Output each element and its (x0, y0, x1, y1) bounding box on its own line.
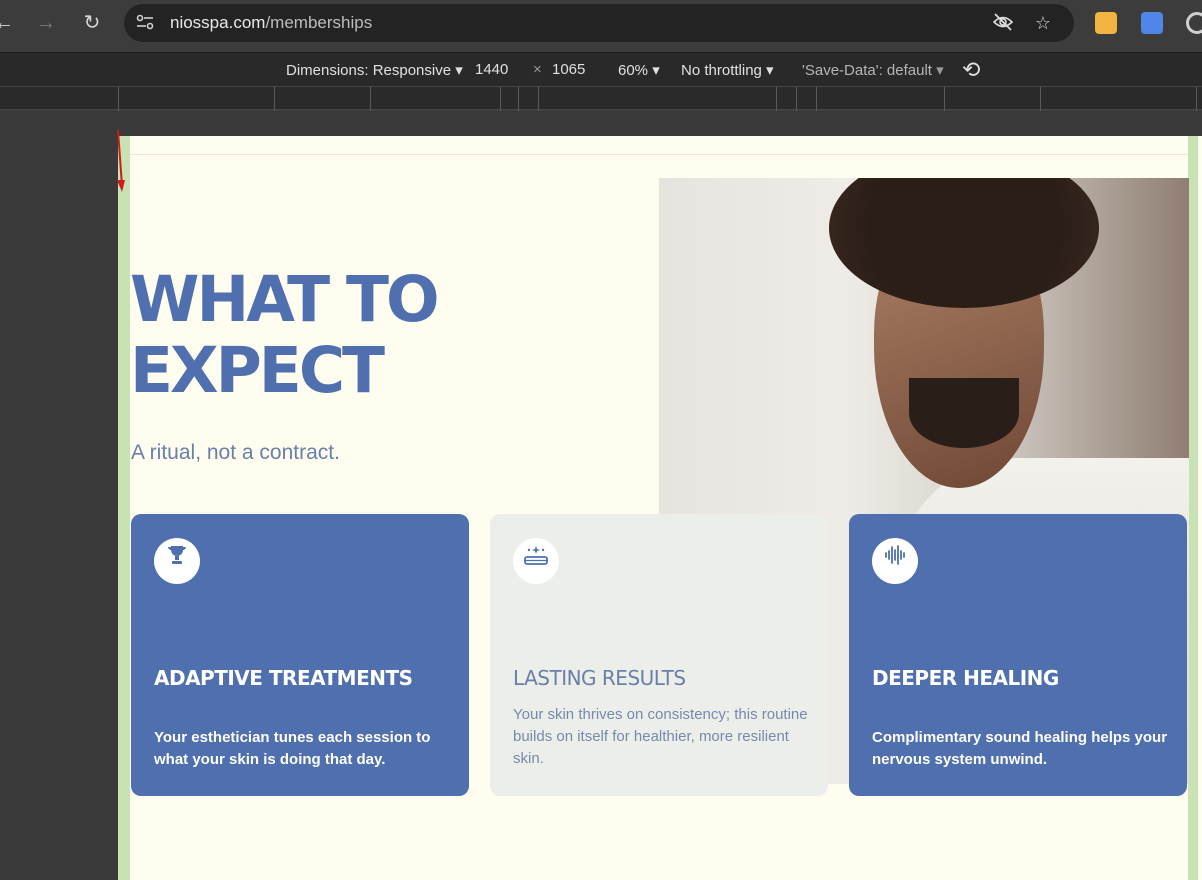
zoom-label: 60% (618, 62, 649, 79)
height-input[interactable]: 1065 (552, 61, 585, 78)
feature-card-lasting-results: LASTING RESULTS Your skin thrives on con… (490, 514, 828, 796)
bookmark-star-icon[interactable]: ☆ (1032, 12, 1054, 34)
extension-docs-icon[interactable] (1141, 12, 1163, 34)
card-description: Your skin thrives on consistency; this r… (513, 706, 808, 767)
card-title: ADAPTIVE TREATMENTS (154, 666, 413, 690)
dimensions-label: Dimensions: Responsive (286, 62, 452, 79)
device-toolbar: Dimensions: Responsive ▾ 1440 × 1065 60%… (0, 52, 1202, 86)
extension-camera-icon[interactable] (1186, 12, 1202, 34)
page-title: WHAT TO EXPECT (130, 264, 550, 406)
throttling-label: No throttling (681, 62, 762, 79)
site-settings-icon[interactable] (134, 13, 156, 33)
card-title: LASTING RESULTS (513, 666, 686, 690)
sparkle-tray-icon (513, 538, 559, 584)
dimension-separator: × (533, 61, 542, 78)
right-margin-guide (1188, 136, 1198, 880)
card-description: Your esthetician tunes each session to w… (154, 729, 431, 768)
media-query-ruler (0, 86, 1202, 111)
save-data-label: 'Save-Data': default (802, 62, 932, 79)
address-bar[interactable]: niosspa.com/memberships ☆ (124, 4, 1074, 42)
feature-card-deeper-healing: DEEPER HEALING Complimentary sound heali… (849, 514, 1187, 796)
width-input[interactable]: 1440 (475, 61, 508, 78)
sound-wave-icon (872, 538, 918, 584)
memberships-page: WHAT TO EXPECT A ritual, not a contract.… (118, 136, 1202, 880)
feature-card-adaptive-treatments: ADAPTIVE TREATMENTS Your esthetician tun… (131, 514, 469, 796)
left-margin-guide (118, 136, 130, 880)
browser-toolbar: ← → ↻ niosspa.com/memberships ☆ (0, 0, 1202, 46)
url-text[interactable]: niosspa.com/memberships (170, 13, 372, 33)
title-line-2: EXPECT (130, 334, 385, 407)
card-title: DEEPER HEALING (872, 666, 1059, 690)
throttling-dropdown[interactable]: No throttling ▾ (681, 61, 774, 79)
forward-arrow-icon[interactable]: → (32, 9, 60, 37)
trophy-icon (154, 538, 200, 584)
url-host: niosspa.com (170, 13, 266, 32)
save-data-dropdown[interactable]: 'Save-Data': default ▾ (802, 61, 944, 79)
zoom-dropdown[interactable]: 60% ▾ (618, 61, 660, 79)
url-path: /memberships (265, 13, 373, 32)
page-subtitle: A ritual, not a contract. (131, 441, 340, 464)
title-line-1: WHAT TO (130, 263, 440, 336)
header-divider (130, 154, 1188, 155)
rotate-icon[interactable]: ⟲ (962, 57, 980, 83)
card-description: Complimentary sound healing helps your n… (872, 729, 1168, 768)
red-annotation-arrow (117, 130, 125, 192)
extension-notes-icon[interactable] (1095, 12, 1117, 34)
reload-icon[interactable]: ↻ (78, 9, 106, 37)
dimensions-dropdown[interactable]: Dimensions: Responsive ▾ (286, 61, 463, 79)
eye-off-icon[interactable] (992, 12, 1014, 34)
back-arrow-icon[interactable]: ← (0, 9, 18, 37)
